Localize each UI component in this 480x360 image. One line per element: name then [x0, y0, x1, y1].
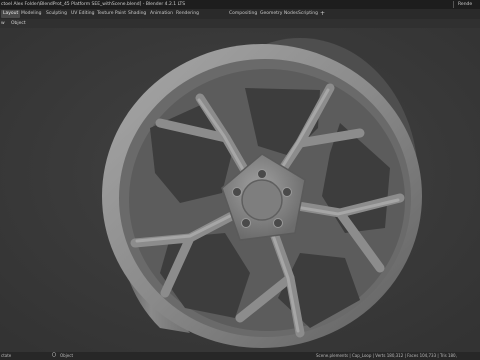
hub-center-bore — [241, 179, 283, 221]
workspace-tabs-bar: Layout Modeling Sculpting UV Editing Tex… — [0, 9, 480, 27]
object-menu[interactable]: Object — [11, 19, 26, 28]
tab-modeling[interactable]: Modeling — [19, 10, 43, 18]
tab-sculpting[interactable]: Sculpting — [44, 10, 69, 18]
window-title: ctoel Alex Folder\BlendProt_45 Platform … — [1, 2, 186, 7]
tab-rendering[interactable]: Rendering — [174, 10, 201, 18]
tab-geometry-nodes[interactable]: Geometry Nodes — [258, 10, 300, 18]
tab-animation[interactable]: Animation — [148, 10, 175, 18]
mouse-icon — [52, 352, 56, 360]
tab-layout[interactable]: Layout — [1, 10, 21, 18]
tab-scripting[interactable]: Scripting — [296, 10, 320, 18]
title-divider — [453, 1, 454, 8]
add-workspace-icon[interactable]: + — [320, 10, 328, 18]
status-left-label: ctate — [1, 353, 12, 358]
tab-shading[interactable]: Shading — [126, 10, 148, 18]
blender-window: ctoel Alex Folder\BlendProt_45 Platform … — [0, 0, 480, 360]
wheel-render — [0, 28, 480, 352]
status-mode-label: Object — [60, 353, 74, 358]
tab-texture-paint[interactable]: Texture Paint — [95, 10, 128, 18]
title-bar: ctoel Alex Folder\BlendProt_45 Platform … — [0, 0, 480, 9]
scene-statistics: Scene.plements | Cap_Loop | Verts 180,31… — [316, 353, 457, 358]
tab-compositing[interactable]: Compositing — [227, 10, 259, 18]
status-bar: ctate Object Scene.plements | Cap_Loop |… — [0, 352, 480, 360]
view-menu[interactable]: w — [1, 19, 5, 28]
viewport-header: w Object — [0, 19, 480, 28]
render-label: Rende — [458, 2, 473, 7]
3d-viewport[interactable] — [0, 28, 480, 352]
tab-uv-editing[interactable]: UV Editing — [69, 10, 96, 18]
